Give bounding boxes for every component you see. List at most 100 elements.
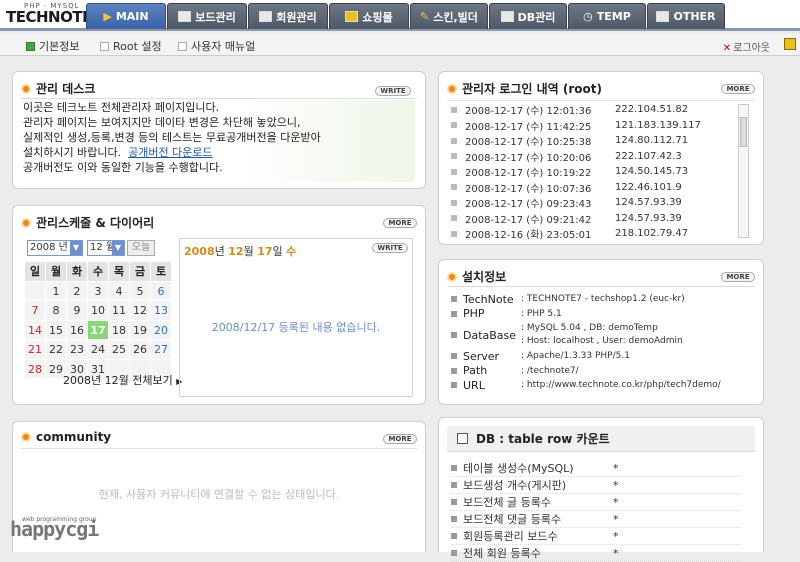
checkbox-icon [457,433,468,444]
login-date: 2008-12-17 (수) 11:42:25 [465,121,592,133]
desk-line: 설치하시기 바랍니다. 공개버전 다운로드 [23,145,415,160]
tab-other[interactable]: OTHER [647,3,725,29]
window-icon[interactable] [784,38,796,50]
calendar-day[interactable]: 9 [67,301,88,321]
calendar-day[interactable]: 4 [109,281,130,301]
square-icon [451,296,457,303]
week-row: 123456 [25,281,182,301]
square-icon [451,332,457,338]
login-ip: 124.57.93.39 [615,197,682,209]
download-link[interactable]: 공개버전 다운로드 [128,146,212,159]
logo-text: TECHNOTE [6,8,92,26]
play-icon: ▶ [103,10,112,23]
calendar-day[interactable]: 20 [151,320,172,340]
calendar-day[interactable]: 2 [67,281,88,301]
calendar-day[interactable]: 16 [67,320,88,340]
tab-board[interactable]: 보드관리 [167,3,247,29]
calendar-day[interactable]: 18 [109,320,130,340]
schedule-title: 관리스케줄 & 다이어리 [21,214,154,231]
login-ip: 124.50.145.73 [615,166,689,178]
tab-member[interactable]: 회원관리 [248,3,328,29]
calendar-day[interactable]: 26 [130,340,151,360]
login-scrollbar[interactable] [738,104,749,238]
calendar-day[interactable]: 24 [88,340,109,360]
schedule-more-button[interactable]: MORE [383,218,417,228]
login-more-button[interactable]: MORE [721,84,755,94]
list-item: Path: /technote7/ [451,364,761,379]
calendar-day[interactable]: 28 [25,359,46,379]
calendar-day[interactable]: 21 [25,340,46,360]
month-select[interactable]: 12 월 ▼ [87,240,125,256]
calendar-day[interactable]: 17 [88,320,109,340]
calendar-day[interactable]: 15 [46,320,67,340]
square-icon [451,215,457,222]
square-icon [451,353,457,360]
square-icon [451,122,457,129]
square-icon [451,137,457,144]
calendar-day[interactable]: 14 [25,320,46,340]
calendar-day[interactable]: 1 [46,281,67,301]
logo[interactable]: PHP · MYSQL TECHNOTE [4,2,92,28]
calendar-day[interactable]: 10 [88,301,109,321]
calendar-day[interactable]: 7 [25,301,46,321]
login-date: 2008-12-17 (수) 09:23:43 [465,199,592,211]
calendar-day[interactable]: 25 [109,340,130,360]
list-item: 2008-12-17 (수) 10:19:22 124.50.145.73 [451,164,751,180]
date-unit: 월 [243,245,258,258]
week-row: 14 15 16 17 18 19 20 [25,320,182,340]
calendar-day[interactable]: 8 [46,301,67,321]
calendar-day[interactable]: 6 [151,281,172,301]
bullet-icon [447,83,457,94]
desk-write-button[interactable]: WRITE [375,86,411,96]
calendar-day[interactable]: 11 [109,301,130,321]
more-label: MORE [726,85,750,93]
subnav-user-manual[interactable]: 사용자 매뉴얼 [178,38,255,54]
db-label: 보드전체 글 등록수 [463,496,551,509]
install-list: TechNote: TECHNOTE7 - techshop1.2 (euc-k… [451,292,761,393]
diary-write-button[interactable]: WRITE [372,243,408,253]
divider [21,98,417,99]
calendar-day[interactable]: 22 [46,340,67,360]
info-value: : MySQL 5.04 , DB: demoTemp: Host: local… [521,322,683,348]
scrollbar-thumb[interactable] [740,117,747,147]
list-item: PHP: PHP 5.1 [451,307,761,322]
subnav-basic-info[interactable]: 기본정보 [26,38,79,54]
tab-skin[interactable]: ✎ 스킨,빌더 [410,3,488,29]
schedule-panel: 관리스케줄 & 다이어리 MORE 2008 년 ▼ 12 월 ▼ 오늘 일월화수목… [12,205,426,405]
today-button[interactable]: 오늘 [127,240,155,256]
weekday-cell: 토 [151,262,172,282]
tab-db[interactable]: DB관리 [489,3,567,29]
tab-temp[interactable]: ◷ TEMP [568,3,646,29]
tab-main[interactable]: ▶ MAIN [86,3,166,29]
list-item: 회원등록관리 보드수 * [451,528,741,545]
calendar-day[interactable]: 23 [67,340,88,360]
square-icon [451,516,457,522]
footer-logo[interactable]: happycgi [10,517,99,541]
tab-shop[interactable]: 쇼핑몰 [329,3,409,29]
logout-link[interactable]: ✕ 로그아웃 [723,39,770,54]
subnav-root-settings[interactable]: Root 설정 [100,38,162,54]
community-more-button[interactable]: MORE [383,434,417,444]
calendar-day[interactable]: 19 [130,320,151,340]
calendar-day[interactable]: 5 [130,281,151,301]
view-all-link[interactable]: 2008년 12월 전체보기 ▶ [63,372,182,388]
info-key: URL [463,378,485,392]
install-more-button[interactable]: MORE [721,272,755,282]
calendar-day[interactable]: 13 [151,301,172,321]
checkbox-icon [100,41,109,51]
login-date: 2008-12-17 (수) 10:20:06 [465,152,592,164]
db-label: 회원등록관리 보드수 [463,530,558,543]
year-select[interactable]: 2008 년 ▼ [27,240,83,256]
calendar-day[interactable]: 27 [151,340,172,360]
calendar-day[interactable]: 12 [130,301,151,321]
db-value: * [613,529,619,543]
list-item: 보드전체 글 등록수 * [451,494,741,511]
top-bar: PHP · MYSQL TECHNOTE ▶ MAIN 보드관리 회원관리 쇼핑몰… [0,0,800,31]
member-icon [259,11,273,22]
db-value: * [613,546,619,560]
calendar-day[interactable]: 3 [88,281,109,301]
square-icon [451,168,457,175]
square-icon [451,533,457,539]
list-item: 2008-12-17 (수) 12:01:36 222.104.51.82 [451,102,751,118]
db-count-header: DB : table row 카운트 [447,426,755,452]
